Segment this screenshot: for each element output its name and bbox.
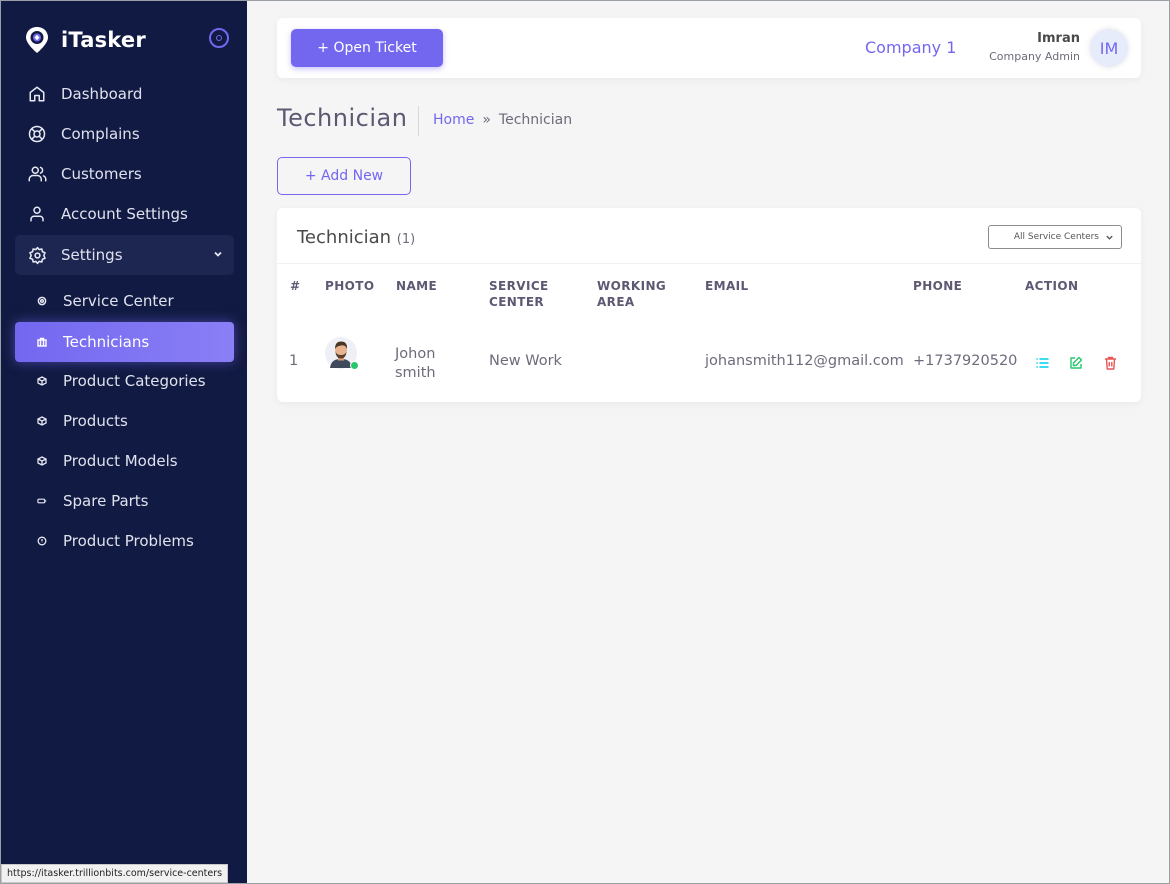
sidebar-item-settings[interactable]: Settings [15, 235, 234, 275]
sidebar-item-label: Account Settings [61, 205, 188, 223]
battery-icon [37, 496, 47, 506]
box-icon [37, 416, 47, 426]
edit-icon[interactable] [1068, 355, 1084, 371]
sidebar-item-label: Product Problems [63, 532, 194, 550]
cell-num: 1 [289, 353, 299, 369]
column-header-name: NAME [396, 279, 438, 293]
card-title: Technician (1) [297, 227, 415, 248]
breadcrumb-current: Technician [498, 112, 573, 128]
column-header-working-area: WORKING AREA [597, 278, 666, 310]
user-role: Company Admin [989, 50, 1080, 63]
sidebar-item-product-problems[interactable]: Product Problems [15, 521, 234, 561]
sidebar-item-service-center[interactable]: Service Center [15, 281, 234, 321]
company-name[interactable]: Company 1 [865, 38, 956, 57]
card-title-text: Technician [297, 227, 392, 248]
circle-icon [37, 296, 47, 306]
sidebar-item-products[interactable]: Products [15, 401, 234, 441]
sidebar-item-technicians[interactable]: Technicians [15, 322, 234, 362]
sidebar-item-complains[interactable]: Complains [15, 114, 234, 154]
column-header-line: WORKING [597, 279, 667, 293]
sidebar-item-label: Product Models [63, 452, 178, 470]
sidebar-item-label: Product Categories [63, 372, 206, 390]
brand-name: iTasker [61, 28, 146, 52]
chevron-down-icon [1106, 235, 1113, 240]
cell-email: johansmith112@gmail.com [705, 353, 904, 369]
user-name: Imran [1037, 31, 1080, 46]
card-count: (1) [396, 232, 416, 247]
service-center-filter-value: All Service Centers [1013, 232, 1099, 242]
open-ticket-button[interactable]: + Open Ticket [291, 29, 443, 67]
technician-card: Technician (1) All Service Centers # PHO… [277, 208, 1141, 402]
sidebar-item-label: Technicians [63, 333, 150, 351]
technician-photo [325, 337, 359, 370]
cell-name[interactable]: Johon smith [395, 345, 436, 383]
column-header-num: # [290, 279, 301, 293]
user-icon [27, 204, 47, 224]
users-icon [27, 164, 47, 184]
column-header-line: CENTER [489, 295, 545, 309]
cell-phone: +1737920520 [913, 353, 1018, 369]
alert-circle-icon [37, 536, 47, 546]
chevron-down-icon [214, 251, 222, 257]
online-status-dot [350, 361, 359, 370]
briefcase-icon [37, 337, 47, 347]
breadcrumb-home-link[interactable]: Home [433, 112, 474, 128]
sidebar-item-dashboard[interactable]: Dashboard [15, 74, 234, 114]
life-buoy-icon [27, 124, 47, 144]
column-header-line: SERVICE [489, 279, 549, 293]
box-icon [37, 456, 47, 466]
sidebar-item-label: Settings [61, 246, 123, 264]
trash-icon[interactable] [1102, 355, 1118, 371]
column-header-service-center: SERVICE CENTER [489, 278, 549, 310]
view-list-icon[interactable] [1034, 355, 1050, 371]
sidebar-item-customers[interactable]: Customers [15, 154, 234, 194]
card-divider [277, 263, 1141, 264]
page-title: Technician [277, 104, 408, 132]
column-header-phone: PHONE [913, 279, 963, 293]
sidebar-item-label: Customers [61, 165, 142, 183]
cell-name-line: smith [395, 365, 436, 381]
sidebar-item-label: Complains [61, 125, 140, 143]
sidebar: iTasker Dashboard Complains Customers Ac… [1, 1, 247, 883]
sidebar-item-label: Dashboard [61, 85, 143, 103]
gear-icon [27, 245, 47, 265]
topbar: + Open Ticket Company 1 Imran Company Ad… [277, 18, 1141, 78]
sidebar-item-product-categories[interactable]: Product Categories [15, 361, 234, 401]
cell-service-center: New Work [489, 353, 562, 369]
brand[interactable]: iTasker [25, 25, 146, 55]
brand-logo-icon [26, 27, 48, 53]
sidebar-item-product-models[interactable]: Product Models [15, 441, 234, 481]
breadcrumb: Home » Technician [433, 112, 572, 128]
service-center-filter-select[interactable]: All Service Centers [988, 225, 1122, 249]
avatar[interactable]: IM [1090, 29, 1128, 67]
column-header-photo: PHOTO [325, 279, 375, 293]
header-divider [418, 106, 419, 136]
column-header-email: EMAIL [705, 279, 749, 293]
sidebar-item-label: Service Center [63, 292, 174, 310]
breadcrumb-separator: » [482, 112, 491, 128]
sidebar-item-account-settings[interactable]: Account Settings [15, 194, 234, 234]
sidebar-toggle-icon[interactable] [209, 28, 229, 48]
column-header-action: ACTION [1025, 279, 1079, 293]
cell-name-line: Johon [395, 346, 436, 362]
column-header-line: AREA [597, 295, 635, 309]
add-new-button[interactable]: + Add New [277, 157, 411, 195]
sidebar-item-label: Products [63, 412, 128, 430]
sidebar-item-label: Spare Parts [63, 492, 149, 510]
status-bar-url: https://itasker.trillionbits.com/service… [1, 864, 229, 883]
home-icon [27, 84, 47, 104]
sidebar-item-spare-parts[interactable]: Spare Parts [15, 481, 234, 521]
box-icon [37, 376, 47, 386]
